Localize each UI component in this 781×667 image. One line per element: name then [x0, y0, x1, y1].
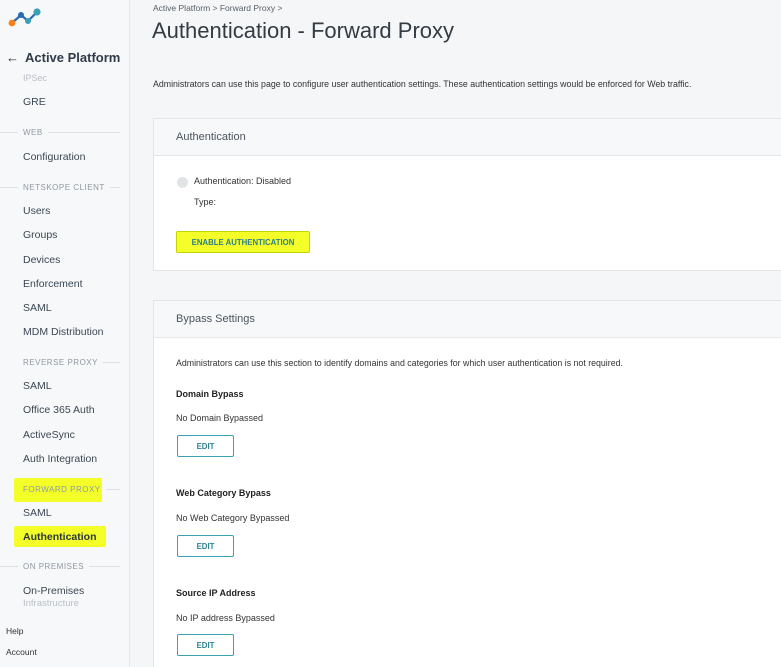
domain-bypass-value: No Domain Bypassed [176, 413, 264, 423]
section-on-premises: ON PREMISES [0, 562, 129, 571]
sidebar-item-enforcement[interactable]: Enforcement [23, 278, 83, 290]
source-ip-title: Source IP Address [176, 588, 256, 598]
back-arrow-icon[interactable]: ← [6, 50, 19, 65]
sidebar-item-on-premises[interactable]: On-Premises [23, 585, 84, 597]
sidebar-item-users[interactable]: Users [23, 205, 50, 217]
enable-authentication-button[interactable]: ENABLE AUTHENTICATION [176, 231, 310, 253]
sidebar-item-gre[interactable]: GRE [23, 96, 46, 108]
breadcrumb[interactable]: Active Platform > Forward Proxy > [153, 3, 282, 13]
sidebar-item-infrastructure[interactable]: Infrastructure [23, 598, 79, 609]
authentication-card: Authentication Authentication: Disabled … [153, 118, 781, 271]
bypass-settings-card: Bypass Settings Administrators can use t… [153, 300, 781, 667]
netskope-logo-icon[interactable] [8, 6, 44, 28]
page-title: Authentication - Forward Proxy [152, 18, 455, 43]
bypass-description: Administrators can use this section to i… [176, 358, 623, 368]
sidebar-item-configuration[interactable]: Configuration [23, 151, 85, 163]
account-link[interactable]: Account [6, 647, 37, 657]
section-web: WEB [0, 128, 129, 137]
sidebar-item-saml-reverse[interactable]: SAML [23, 380, 52, 392]
domain-bypass-title: Domain Bypass [176, 389, 244, 399]
section-netskope-client: NETSKOPE CLIENT [0, 183, 129, 192]
section-reverse-proxy: REVERSE PROXY [0, 358, 129, 367]
sidebar-item-activesync[interactable]: ActiveSync [23, 429, 75, 441]
edit-domain-bypass-button[interactable]: EDIT [177, 435, 234, 457]
authentication-status: Authentication: Disabled [194, 176, 292, 186]
help-link[interactable]: Help [6, 626, 23, 636]
platform-title: Active Platform [25, 50, 121, 65]
sidebar: ← Active Platform IPSec GRE WEB Configur… [0, 0, 130, 667]
sidebar-item-saml-forward[interactable]: SAML [23, 507, 52, 519]
sidebar-item-devices[interactable]: Devices [23, 254, 60, 266]
sidebar-item-authentication[interactable]: Authentication [23, 531, 97, 543]
sidebar-item-mdm-distribution[interactable]: MDM Distribution [23, 326, 104, 338]
authentication-card-header: Authentication [154, 119, 781, 156]
back-to-platform[interactable]: ← Active Platform [6, 50, 120, 65]
edit-source-ip-button[interactable]: EDIT [177, 634, 234, 656]
sidebar-item-auth-integration[interactable]: Auth Integration [23, 453, 97, 465]
web-category-bypass-value: No Web Category Bypassed [176, 513, 290, 523]
sidebar-item-saml-client[interactable]: SAML [23, 302, 52, 314]
bypass-settings-header: Bypass Settings [154, 301, 781, 338]
sidebar-item-groups[interactable]: Groups [23, 229, 57, 241]
source-ip-value: No IP address Bypassed [176, 613, 275, 623]
web-category-bypass-title: Web Category Bypass [176, 488, 271, 498]
sidebar-item-office365-auth[interactable]: Office 365 Auth [23, 404, 95, 416]
sidebar-item-ipsec[interactable]: IPSec [23, 73, 47, 83]
main-content: Active Platform > Forward Proxy > Authen… [131, 0, 781, 667]
section-forward-proxy: FORWARD PROXY [0, 485, 129, 494]
authentication-radio[interactable] [177, 177, 188, 188]
authentication-type-label: Type: [194, 197, 217, 207]
edit-web-category-bypass-button[interactable]: EDIT [177, 535, 234, 557]
page-description: Administrators can use this page to conf… [153, 79, 692, 89]
